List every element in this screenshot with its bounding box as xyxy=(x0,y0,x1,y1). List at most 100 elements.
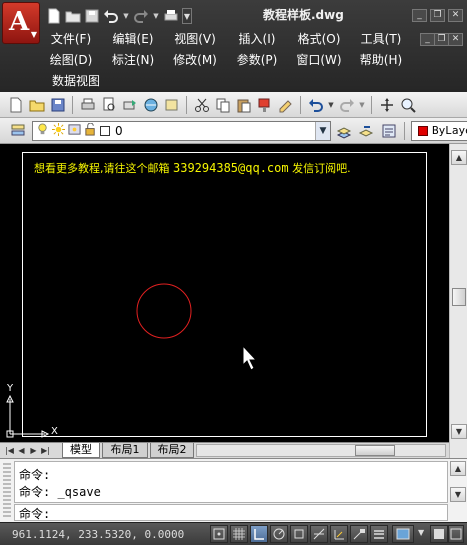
dyn-icon xyxy=(353,529,365,540)
menu-file[interactable]: 文件(F) xyxy=(40,30,102,48)
ucs-y-label: Y xyxy=(7,383,14,394)
close-button[interactable]: ✕ xyxy=(448,9,463,22)
redo-icon[interactable] xyxy=(133,8,149,24)
menu-bar-row-1: 文件(F) 编辑(E) 视图(V) 插入(I) 格式(O) 工具(T) xyxy=(40,30,412,48)
chevron-down-icon[interactable]: ▼ xyxy=(182,8,192,24)
grid-icon xyxy=(233,528,245,540)
open-folder-icon[interactable] xyxy=(27,95,46,114)
cut-icon[interactable] xyxy=(192,95,211,114)
last-tab-icon[interactable]: ▶| xyxy=(40,444,51,457)
tray-icon xyxy=(434,529,444,539)
scroll-down-icon[interactable]: ▼ xyxy=(450,487,466,502)
scroll-up-icon[interactable]: ▲ xyxy=(451,150,467,165)
block-editor-icon[interactable] xyxy=(276,95,295,114)
scroll-down-icon[interactable]: ▼ xyxy=(451,424,467,439)
lightbulb-icon xyxy=(36,123,49,139)
snap-mode-button[interactable] xyxy=(210,525,228,543)
chevron-down-icon[interactable]: ▼ xyxy=(327,95,335,114)
polar-tracking-button[interactable] xyxy=(270,525,288,543)
document-restore-button[interactable]: ❐ xyxy=(434,33,449,46)
menu-edit[interactable]: 编辑(E) xyxy=(102,30,164,48)
sheet-set-icon[interactable] xyxy=(162,95,181,114)
drawing-canvas[interactable]: 想看更多教程,请往这个邮箱 339294385@qq.com 发信订阅吧. Y … xyxy=(0,144,449,442)
document-close-button[interactable]: ✕ xyxy=(448,33,463,46)
zoom-realtime-icon[interactable] xyxy=(398,95,417,114)
previous-tab-icon[interactable]: ◀ xyxy=(16,444,27,457)
open-folder-icon[interactable] xyxy=(65,8,81,24)
make-object-layer-current-icon[interactable] xyxy=(336,123,352,142)
layer-dropdown[interactable]: 0 ▼ xyxy=(32,121,331,141)
command-window-grip[interactable] xyxy=(3,463,11,519)
layer-color-swatch xyxy=(100,126,110,136)
color-swatch xyxy=(418,126,428,136)
ortho-mode-button[interactable] xyxy=(250,525,268,543)
menu-parametric[interactable]: 参数(P) xyxy=(226,51,288,69)
publish-icon[interactable] xyxy=(120,95,139,114)
status-bar: 961.1124, 233.5320, 0.0000 ▼ xyxy=(0,522,467,545)
tab-model[interactable]: 模型 xyxy=(62,443,100,458)
minimize-button[interactable]: _ xyxy=(412,9,427,22)
current-layer-name: 0 xyxy=(115,124,123,138)
redo-icon[interactable] xyxy=(337,95,356,114)
chevron-down-icon[interactable]: ▼ xyxy=(152,8,160,24)
chevron-down-icon[interactable]: ▼ xyxy=(122,8,130,24)
layer-properties-icon[interactable] xyxy=(10,123,26,139)
grid-display-button[interactable] xyxy=(230,525,248,543)
layer-previous-icon[interactable] xyxy=(358,123,374,142)
first-tab-icon[interactable]: |◀ xyxy=(4,444,15,457)
chevron-down-icon[interactable]: ▼ xyxy=(358,95,366,114)
object-snap-tracking-button[interactable] xyxy=(310,525,328,543)
match-properties-icon[interactable] xyxy=(255,95,274,114)
application-menu-button[interactable]: A ▼ xyxy=(2,2,40,44)
menu-modify[interactable]: 修改(M) xyxy=(164,51,226,69)
color-control-dropdown[interactable]: ByLaye xyxy=(411,121,467,141)
menu-tools[interactable]: 工具(T) xyxy=(350,30,412,48)
dynamic-input-button[interactable] xyxy=(350,525,368,543)
menu-help[interactable]: 帮助(H) xyxy=(350,51,412,69)
menu-dimension[interactable]: 标注(N) xyxy=(102,51,164,69)
toolbar-divider xyxy=(186,95,187,114)
title-bar: A ▼ ▼ ▼ ▼ 教程样板.dwg _ ❐ ✕ 文件(F) 编辑(E) 视图(… xyxy=(0,0,467,92)
next-tab-icon[interactable]: ▶ xyxy=(28,444,39,457)
horizontal-scrollbar[interactable] xyxy=(196,444,446,457)
clean-screen-button[interactable] xyxy=(448,525,464,543)
tab-layout1[interactable]: 布局1 xyxy=(102,443,148,458)
menu-draw[interactable]: 绘图(D) xyxy=(40,51,102,69)
horizontal-scroll-thumb[interactable] xyxy=(355,445,395,456)
model-space-button[interactable] xyxy=(392,525,414,543)
plot-preview-icon[interactable] xyxy=(99,95,118,114)
dynamic-ucs-button[interactable] xyxy=(330,525,348,543)
cursor-coordinates: 961.1124, 233.5320, 0.0000 xyxy=(12,528,185,541)
document-minimize-button[interactable]: _ xyxy=(420,33,435,46)
save-icon[interactable] xyxy=(48,95,67,114)
circle-entity[interactable] xyxy=(136,283,192,339)
plot-icon[interactable] xyxy=(78,95,97,114)
menu-window[interactable]: 窗口(W) xyxy=(288,51,350,69)
new-file-icon[interactable] xyxy=(46,8,62,24)
copy-icon[interactable] xyxy=(213,95,232,114)
paste-icon[interactable] xyxy=(234,95,253,114)
menu-insert[interactable]: 插入(I) xyxy=(226,30,288,48)
tab-layout2[interactable]: 布局2 xyxy=(150,443,194,458)
menu-format[interactable]: 格式(O) xyxy=(288,30,350,48)
restore-button[interactable]: ❐ xyxy=(430,9,445,22)
tray-settings-button[interactable] xyxy=(430,525,448,543)
menu-view[interactable]: 视图(V) xyxy=(164,30,226,48)
plot-icon[interactable] xyxy=(163,8,179,24)
chevron-down-icon[interactable]: ▼ xyxy=(315,122,330,140)
undo-icon[interactable] xyxy=(103,8,119,24)
lineweight-button[interactable] xyxy=(370,525,388,543)
pan-icon[interactable] xyxy=(377,95,396,114)
chevron-down-icon[interactable]: ▼ xyxy=(418,528,424,537)
3d-dwf-icon[interactable] xyxy=(141,95,160,114)
undo-icon[interactable] xyxy=(306,95,325,114)
object-snap-button[interactable] xyxy=(290,525,308,543)
menu-data-view[interactable]: 数据视图 xyxy=(45,72,107,90)
vertical-scrollbar[interactable]: ▲ ▼ xyxy=(449,144,467,458)
command-input[interactable]: 命令: xyxy=(14,504,448,521)
scroll-up-icon[interactable]: ▲ xyxy=(450,461,466,476)
save-icon[interactable] xyxy=(84,8,100,24)
layer-states-icon[interactable] xyxy=(381,123,397,142)
new-file-icon[interactable] xyxy=(6,95,25,114)
vertical-scroll-thumb[interactable] xyxy=(452,288,466,306)
